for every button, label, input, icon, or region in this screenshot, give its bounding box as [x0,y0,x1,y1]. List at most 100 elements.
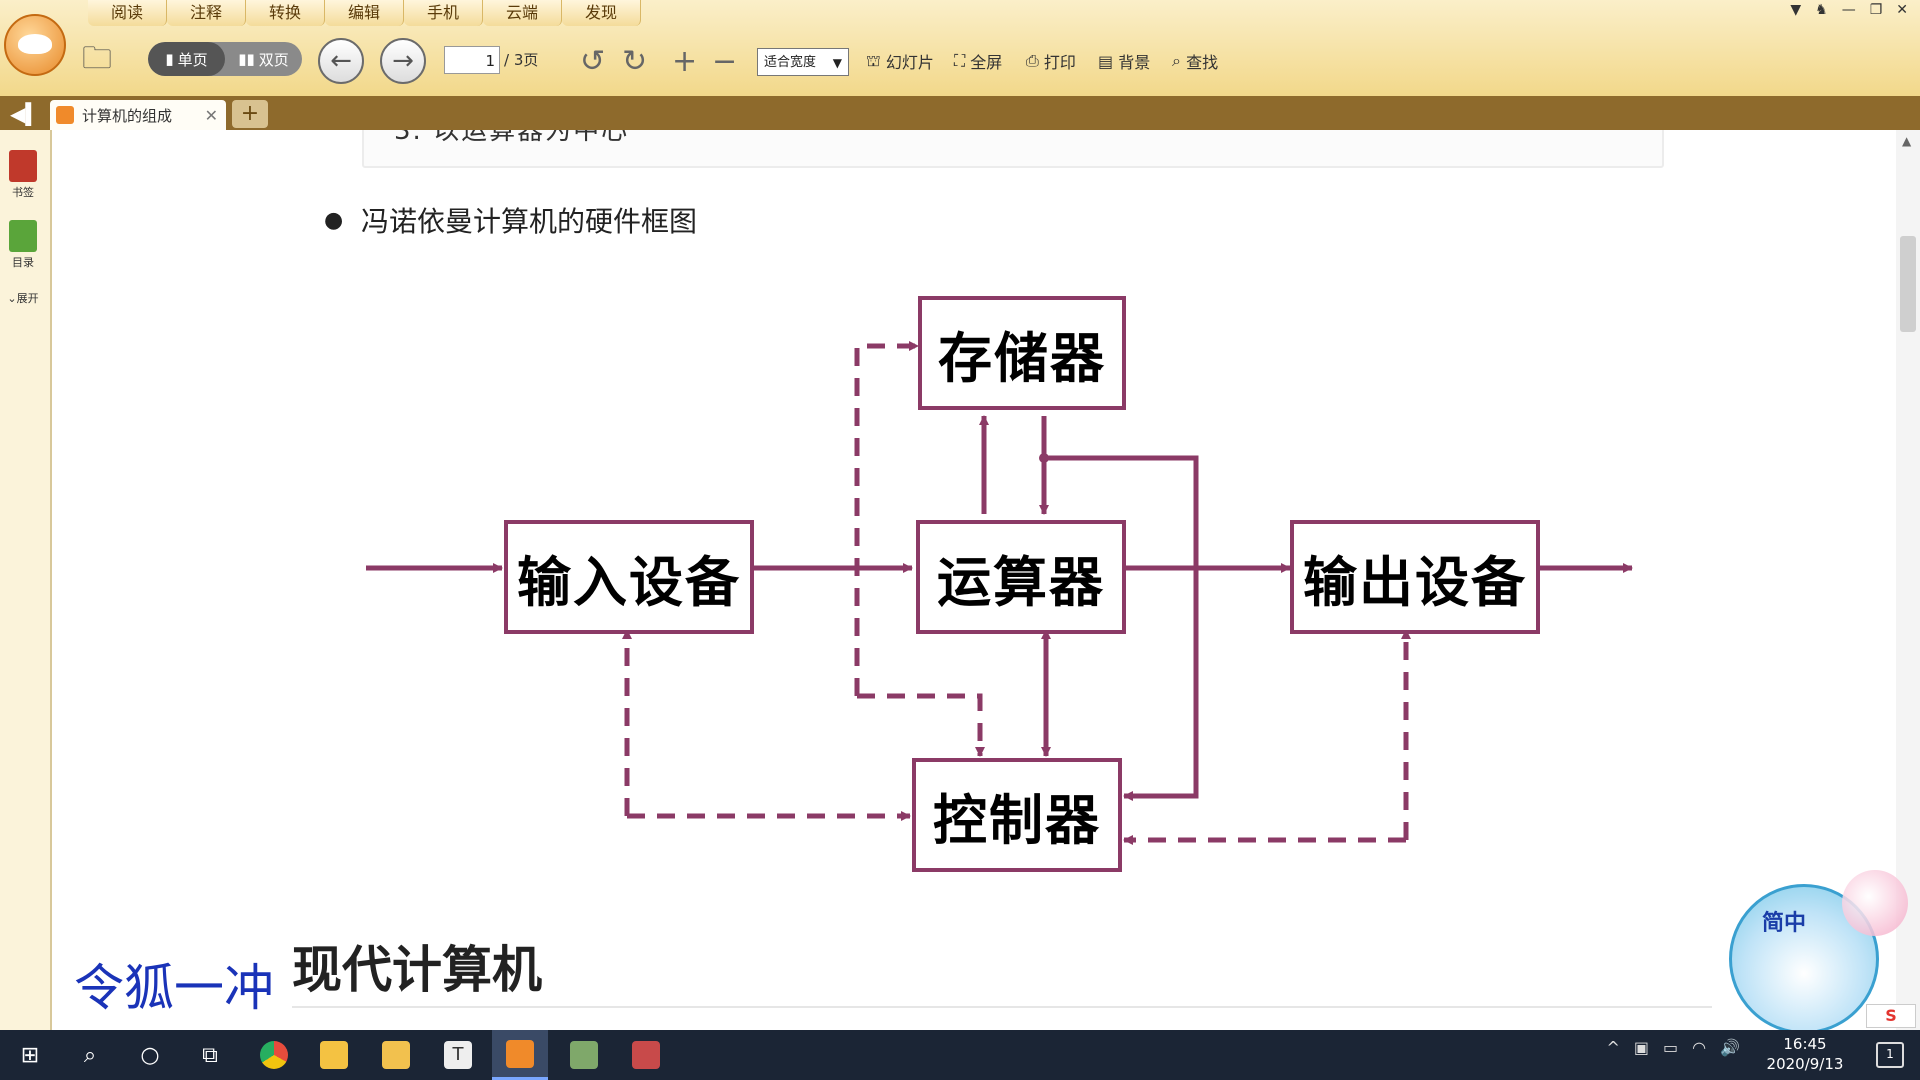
scroll-thumb[interactable] [1900,236,1916,332]
control-feedback-arrow [857,693,985,757]
rotate-left-icon[interactable]: ↺ [580,44,605,79]
prev-page-button[interactable]: ← [318,38,364,84]
menu-cloud[interactable]: 云端 [483,0,562,26]
background-label: 背景 [1118,53,1151,72]
divider [292,1006,1712,1008]
page-number-input[interactable]: 1 [444,46,500,74]
start-windows-icon[interactable]: ⊞ [2,1030,58,1080]
find-button[interactable]: ⌕ 查找 [1172,44,1218,78]
menu-mobile[interactable]: 手机 [404,0,483,26]
app-icon [632,1041,660,1069]
taskbar-app-pencil[interactable] [306,1030,362,1080]
menu-convert[interactable]: 转换 [246,0,325,26]
taskbar: ⊞ ⌕ ○ ⧉ T ^ ▣ ▭ ◠ 🔊 16:45 2020/9/13 1 [0,1030,1920,1080]
folder-icon [382,1041,410,1069]
app-toolbar: 阅读 注释 转换 编辑 手机 云端 发现 ▼ ♞ — ❐ ✕ 🗀 ▮ 单页 ▮▮ 双… [0,0,1920,97]
rotate-right-icon[interactable]: ↻ [622,44,647,79]
tab-bar: ◀▍ 计算机的组成 ✕ + [0,96,1920,130]
double-page-button[interactable]: ▮▮ 双页 [225,42,302,76]
tab-close-icon[interactable]: ✕ [205,106,218,125]
zoom-select[interactable]: 适合宽度 ▼ [757,48,849,76]
system-tray: ^ ▣ ▭ ◠ 🔊 [1606,1038,1740,1057]
balloon-icon [1842,870,1908,936]
dropdown-icon[interactable]: ▼ [1790,2,1801,18]
document-page: 3. 以运算器为中心 ● 冯诺依曼计算机的硬件框图 存储器 输入设备 运算器 输… [52,130,1896,1030]
input-device-block: 输入设备 [504,520,754,634]
app-logo-icon[interactable] [4,14,66,76]
open-folder-icon[interactable]: 🗀 [82,41,122,78]
background-icon: ▤ [1098,51,1114,71]
taskbar-app-red[interactable] [618,1030,674,1080]
sidebar-expand[interactable]: ⌄展开 [0,290,46,306]
chrome-icon [260,1041,288,1069]
close-icon[interactable]: ✕ [1896,2,1908,18]
cortana-icon[interactable]: ○ [122,1030,178,1080]
watermark: 令狐一冲 [74,959,274,1017]
chevron-down-icon: ⌄ [7,292,17,305]
single-page-button[interactable]: ▮ 单页 [148,42,225,76]
double-page-icon: ▮▮ [238,50,255,68]
alu-block: 运算器 [916,520,1126,634]
clock-time: 16:45 [1783,1035,1827,1053]
wifi-icon[interactable]: ◠ [1692,1038,1706,1057]
section-title: 现代计算机 [292,941,542,999]
window-controls: ▼ ♞ — ❐ ✕ [1790,2,1908,18]
find-label: 查找 [1186,53,1219,72]
taskbar-typora[interactable]: T [430,1030,486,1080]
zoom-in-icon[interactable]: + [672,44,697,79]
sidebar-item-toc[interactable]: 目录 [0,220,46,270]
sidebar-item-bookmarks[interactable]: 书签 [0,150,46,200]
sidebar-label-expand: 展开 [16,292,39,305]
chevron-up-icon[interactable]: ^ [1606,1038,1619,1057]
taskbar-file-explorer[interactable] [368,1030,424,1080]
arrow-left-icon: ← [330,46,352,76]
next-page-button[interactable]: → [380,38,426,84]
menu-annotate[interactable]: 注释 [167,0,246,26]
left-sidebar: 书签 目录 ⌄展开 [0,130,52,1030]
battery-icon[interactable]: ▭ [1663,1038,1678,1057]
page-total: / 3页 [504,51,539,69]
scroll-up-icon[interactable]: ▲ [1902,134,1911,148]
search-icon: ⌕ [1172,51,1181,70]
taskbar-chrome[interactable] [246,1030,302,1080]
typora-icon: T [444,1041,472,1069]
pdf-reader-icon [506,1039,534,1068]
junction-dot [1039,453,1049,463]
printer-icon: ⎙ [1026,51,1039,70]
menu-read[interactable]: 阅读 [88,0,167,26]
search-icon[interactable]: ⌕ [62,1030,118,1080]
zoom-value: 适合宽度 [764,55,817,70]
restore-icon[interactable]: ❐ [1870,2,1883,18]
menu-discover[interactable]: 发现 [562,0,641,26]
security-icon[interactable]: ▣ [1634,1038,1649,1057]
background-button[interactable]: ▤ 背景 [1098,44,1150,78]
slideshow-button[interactable]: ⛫ 幻灯片 [866,44,934,78]
page-icon: ▮ [165,50,174,68]
projector-icon: ⛫ [866,50,881,70]
collapse-panel-icon[interactable]: ◀▍ [10,102,41,126]
print-label: 打印 [1043,53,1076,72]
clock-date: 2020/9/13 [1766,1055,1844,1073]
sidebar-label-bookmarks: 书签 [12,186,34,199]
memory-block: 存储器 [918,296,1126,410]
double-page-label: 双页 [258,50,289,69]
view-mode-toggle: ▮ 单页 ▮▮ 双页 [148,42,302,76]
output-device-block: 输出设备 [1290,520,1540,634]
skin-icon[interactable]: ♞ [1815,2,1828,18]
new-tab-button[interactable]: + [232,100,268,128]
taskbar-pdf-reader[interactable] [492,1030,548,1080]
clock[interactable]: 16:45 2020/9/13 [1760,1034,1850,1074]
tab-title: 计算机的组成 [82,106,173,125]
ime-indicator[interactable]: S [1866,1004,1916,1028]
print-button[interactable]: ⎙ 打印 [1026,44,1076,78]
fullscreen-button[interactable]: ⛶ 全屏 [954,44,1002,78]
tab-document[interactable]: 计算机的组成 ✕ [50,100,226,130]
task-view-icon[interactable]: ⧉ [182,1030,238,1080]
volume-icon[interactable]: 🔊 [1720,1038,1740,1057]
control-to-memory-arrow [854,341,919,696]
notification-icon[interactable]: 1 [1876,1042,1904,1068]
zoom-out-icon[interactable]: − [712,44,737,79]
minimize-icon[interactable]: — [1842,2,1856,18]
menu-edit[interactable]: 编辑 [325,0,404,26]
taskbar-app-green[interactable] [556,1030,612,1080]
